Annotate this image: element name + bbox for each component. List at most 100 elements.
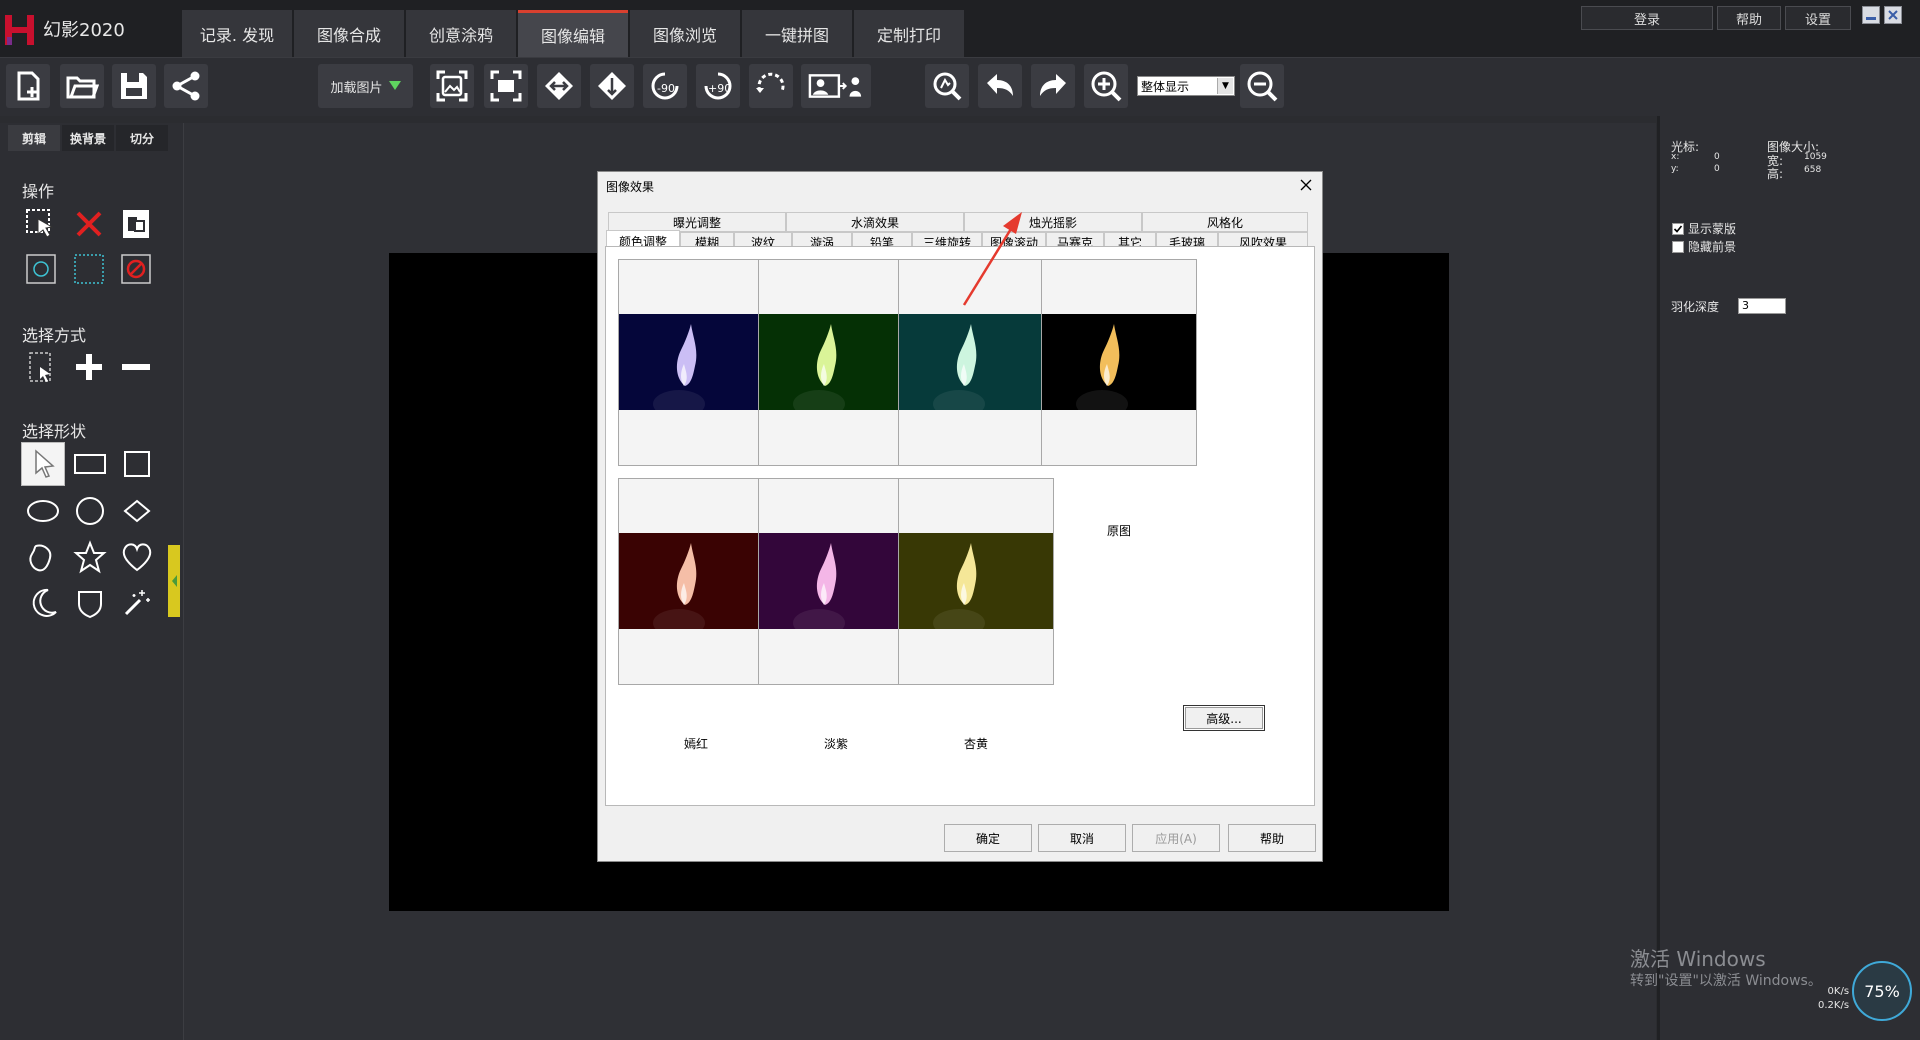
- ok-button[interactable]: 确定: [944, 824, 1032, 852]
- new-file-button[interactable]: [6, 64, 50, 108]
- settings-button[interactable]: 设置: [1785, 6, 1851, 30]
- apply-button[interactable]: 应用(A): [1132, 824, 1220, 852]
- fullscreen-button[interactable]: [484, 64, 528, 108]
- select-subtract-button[interactable]: [117, 348, 155, 386]
- effect-thumbnail[interactable]: [1041, 259, 1197, 466]
- zoom-in-button[interactable]: [1084, 64, 1128, 108]
- close-window-button[interactable]: [1884, 6, 1902, 24]
- svg-text:-90: -90: [657, 82, 675, 95]
- shape-square-button[interactable]: [118, 445, 156, 483]
- delete-button[interactable]: [70, 205, 108, 243]
- tab-exposure[interactable]: 曝光调整: [608, 212, 786, 232]
- rotate-plus-90-icon: +90: [704, 72, 732, 100]
- upload-speed: 0K/s: [1827, 986, 1850, 997]
- shield-icon: [78, 591, 102, 619]
- save-button[interactable]: [112, 64, 156, 108]
- help-button[interactable]: 帮助: [1717, 6, 1781, 30]
- tab-clip[interactable]: 剪辑: [8, 125, 60, 151]
- load-image-dropdown[interactable]: 加载图片: [318, 64, 413, 108]
- fit-image-button[interactable]: [430, 64, 474, 108]
- tab-stylize[interactable]: 风格化: [1142, 212, 1308, 232]
- flip-vertical-button[interactable]: [590, 64, 634, 108]
- circle-icon: [76, 497, 104, 525]
- minimize-button[interactable]: [1862, 6, 1880, 24]
- tab-change-bg[interactable]: 换背景: [62, 125, 114, 151]
- rotate-minus-90-icon: -90: [651, 72, 679, 100]
- magic-wand-icon: [124, 590, 150, 616]
- forbidden-icon: [121, 254, 151, 284]
- effect-thumbnail[interactable]: [898, 478, 1054, 685]
- cursor-y-value: 0: [1714, 164, 1720, 174]
- tab-doodle[interactable]: 创意涂鸦: [406, 10, 516, 57]
- circle-select-button[interactable]: [22, 250, 60, 288]
- effect-label: 嫣红: [683, 737, 708, 751]
- close-icon: [1888, 10, 1898, 20]
- portrait-button[interactable]: [801, 64, 871, 108]
- chevron-down-icon: [388, 81, 401, 90]
- effect-preview-image: [899, 533, 1053, 629]
- effect-thumbnail[interactable]: [758, 478, 914, 685]
- windows-activation-hint: 转到"设置"以激活 Windows。: [1630, 973, 1822, 989]
- feather-input[interactable]: 3: [1738, 298, 1786, 314]
- effect-label: 杏黄: [963, 737, 988, 751]
- tab-compose[interactable]: 图像合成: [294, 10, 404, 57]
- effect-thumbnail[interactable]: [758, 259, 914, 466]
- effect-preview-image: [759, 533, 913, 629]
- login-button[interactable]: 登录: [1581, 6, 1713, 30]
- rotate-minus-90-button[interactable]: -90: [643, 64, 687, 108]
- undo-button[interactable]: [978, 64, 1022, 108]
- effect-thumbnail[interactable]: [618, 259, 774, 466]
- clear-select-button[interactable]: [117, 250, 155, 288]
- show-mask-checkbox[interactable]: [1672, 222, 1684, 235]
- tab-image-edit[interactable]: 图像编辑: [518, 10, 628, 57]
- tab-browse[interactable]: 图像浏览: [630, 10, 740, 57]
- shape-lasso-button[interactable]: [24, 538, 62, 576]
- shape-shield-button[interactable]: [71, 584, 109, 622]
- open-folder-button[interactable]: [60, 64, 104, 108]
- select-tool-button[interactable]: [22, 205, 60, 243]
- zoom-out-button[interactable]: [1240, 64, 1284, 108]
- effect-preview-image: [759, 314, 913, 410]
- share-button[interactable]: [164, 64, 208, 108]
- shape-ellipse-button[interactable]: [24, 492, 62, 530]
- shape-diamond-button[interactable]: [118, 492, 156, 530]
- magic-button[interactable]: [925, 64, 969, 108]
- rotate-plus-90-button[interactable]: +90: [696, 64, 740, 108]
- flip-horizontal-button[interactable]: [537, 64, 581, 108]
- select-add-button[interactable]: [70, 348, 108, 386]
- tab-record[interactable]: 记录. 发现: [182, 10, 292, 57]
- shape-heart-button[interactable]: [118, 538, 156, 576]
- tab-split[interactable]: 切分: [116, 125, 168, 151]
- shape-pointer-button[interactable]: [21, 442, 65, 486]
- tab-water-drop[interactable]: 水滴效果: [786, 212, 964, 232]
- shape-circle-button[interactable]: [71, 492, 109, 530]
- dialog-help-button[interactable]: 帮助: [1228, 824, 1316, 852]
- advanced-button[interactable]: 高级...: [1183, 705, 1265, 731]
- chevron-down-icon: ▼: [1217, 78, 1233, 94]
- dialog-close-button[interactable]: [1294, 174, 1318, 196]
- zoom-select[interactable]: 整体显示 ▼: [1137, 76, 1235, 96]
- app-logo: 幻影2020: [0, 0, 175, 57]
- select-new-button[interactable]: [22, 348, 60, 386]
- chevron-left-icon: [172, 575, 177, 587]
- effect-thumbnail[interactable]: [618, 478, 774, 685]
- hide-foreground-option[interactable]: 隐藏前景: [1672, 238, 1736, 255]
- panel-collapse-handle[interactable]: [168, 545, 180, 617]
- redo-button[interactable]: [1031, 64, 1075, 108]
- invert-button[interactable]: [117, 205, 155, 243]
- candle-flame-icon: [653, 543, 705, 629]
- shape-star-button[interactable]: [71, 538, 109, 576]
- window-controls: [1862, 6, 1918, 28]
- rect-select-button[interactable]: [70, 250, 108, 288]
- magic-wand-button[interactable]: [118, 584, 156, 622]
- shape-rect-button[interactable]: [71, 445, 109, 483]
- tab-collage[interactable]: 一键拼图: [742, 10, 852, 57]
- system-monitor-widget[interactable]: 75%: [1852, 961, 1912, 1021]
- shape-moon-button[interactable]: [24, 584, 62, 622]
- cancel-button[interactable]: 取消: [1038, 824, 1126, 852]
- tab-print[interactable]: 定制打印: [854, 10, 964, 57]
- hide-foreground-checkbox[interactable]: [1672, 240, 1684, 253]
- show-mask-option[interactable]: 显示蒙版: [1672, 220, 1736, 237]
- zoom-select-value: 整体显示: [1141, 79, 1190, 94]
- rotate-free-button[interactable]: [749, 64, 793, 108]
